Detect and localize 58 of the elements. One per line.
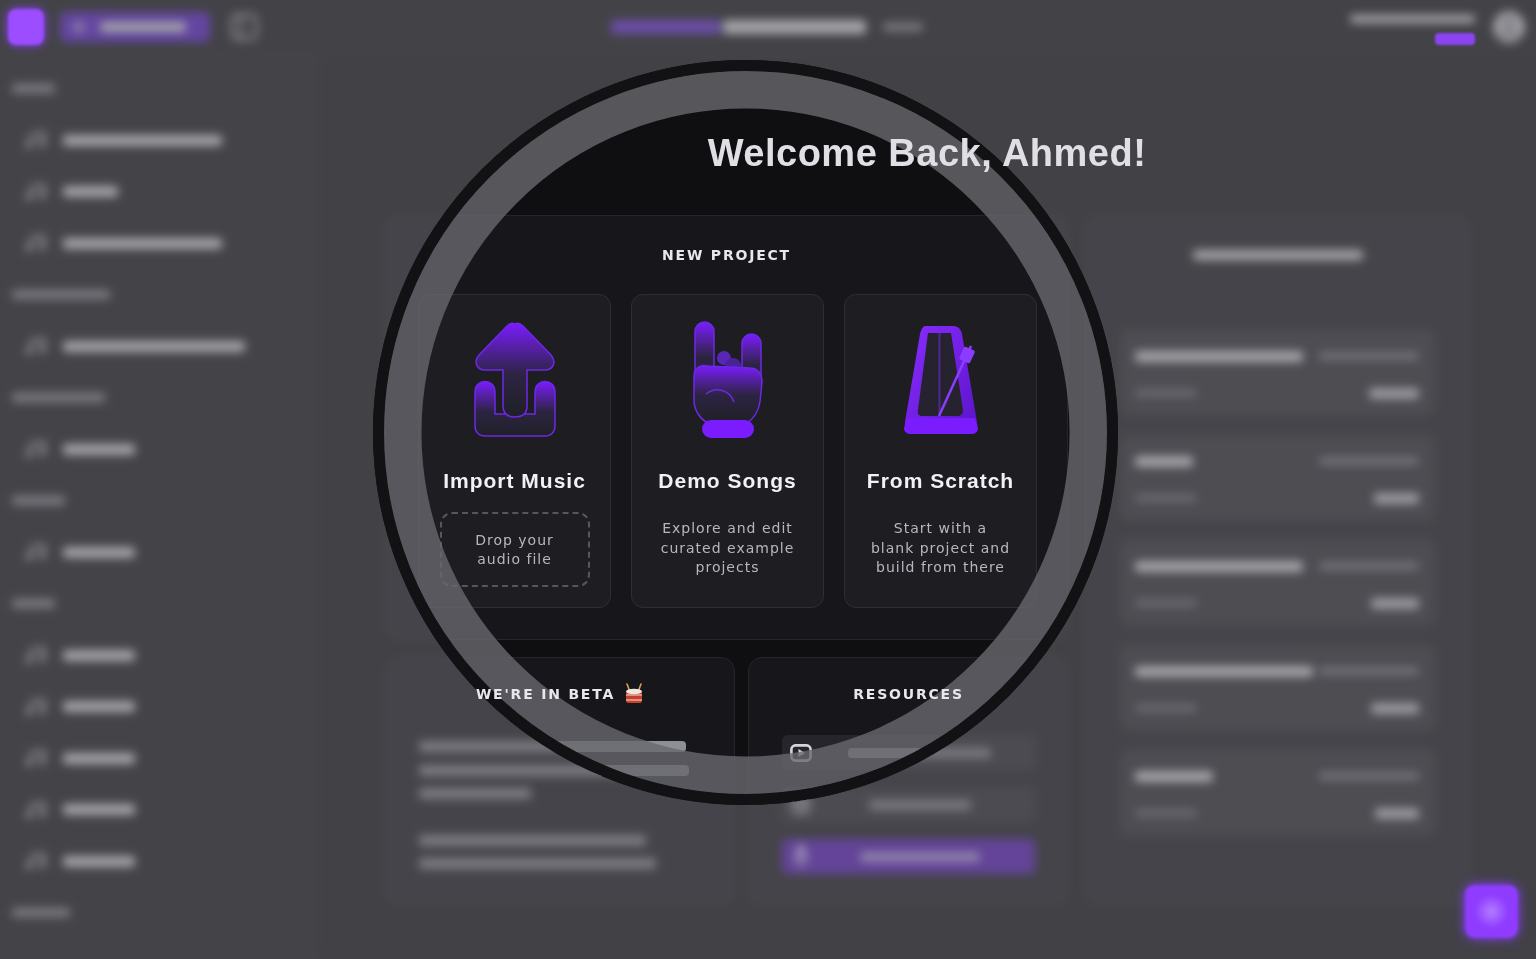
blurred-icon <box>25 698 47 715</box>
blurred-text[interactable] <box>63 237 222 249</box>
blurred-icon <box>25 544 47 561</box>
floating-button[interactable] <box>1465 885 1518 938</box>
blurred-text <box>1371 702 1419 714</box>
blurred-icon <box>25 235 47 252</box>
project-option-card[interactable]: Demo Songs Explore and edit curated example projects <box>631 294 824 608</box>
app-logo-icon[interactable] <box>8 9 44 45</box>
blurred-text[interactable] <box>63 752 135 764</box>
blurred-text[interactable] <box>63 340 245 352</box>
blurred-text <box>12 84 55 94</box>
option-description: Explore and edit curated example projects <box>660 519 795 577</box>
blurred-text <box>12 599 55 609</box>
avatar-icon[interactable] <box>1493 11 1525 43</box>
blurred-text <box>1374 492 1419 504</box>
section-heading: RESOURCES <box>853 685 964 704</box>
blurred-text[interactable] <box>63 186 118 198</box>
blurred-icon <box>25 853 47 870</box>
option-title: Import Music <box>443 468 586 494</box>
option-title: From Scratch <box>866 468 1015 494</box>
rock-hand-icon <box>691 320 764 440</box>
blurred-text[interactable] <box>63 855 135 867</box>
blurred-icon <box>25 132 47 149</box>
drum-icon <box>624 683 645 705</box>
blurred-icon <box>25 183 47 200</box>
blurred-icon <box>25 441 47 458</box>
blurred-text <box>12 496 65 506</box>
blurred-text <box>882 23 923 31</box>
badge <box>1435 33 1475 45</box>
blurred-text <box>1371 597 1419 609</box>
option-description: Start with a blank project and build from there <box>870 519 1011 577</box>
blurred-text <box>12 908 70 918</box>
blurred-text <box>1369 387 1419 399</box>
project-option-card[interactable]: Import Music Drop your audio file <box>418 294 611 608</box>
blurred-text <box>1375 807 1419 819</box>
blurred-text[interactable] <box>63 134 222 146</box>
blurred-icon <box>25 647 47 664</box>
section-heading: WE'RE IN BETA <box>475 685 616 704</box>
blurred-text[interactable] <box>63 701 135 713</box>
blurred-text[interactable] <box>63 443 135 455</box>
project-option-card[interactable]: From Scratch Start with a blank project and build from there <box>844 294 1037 608</box>
welcome-title: Welcome Back, Ahmed! <box>707 131 1147 176</box>
primary-button[interactable] <box>782 839 1035 874</box>
blurred-text[interactable] <box>63 649 135 661</box>
blurred-icon <box>25 801 47 818</box>
blurred-text[interactable] <box>63 546 135 558</box>
primary-button[interactable] <box>60 12 210 42</box>
blurred-icon <box>793 842 809 871</box>
blurred-icon <box>72 20 86 34</box>
blurred-text <box>1135 455 1193 467</box>
blurred-icon[interactable] <box>230 12 258 42</box>
upload-icon <box>472 322 557 438</box>
blurred-text[interactable] <box>63 804 135 816</box>
section-heading: NEW PROJECT <box>662 246 791 264</box>
drop-zone[interactable]: Drop your audio file <box>439 512 590 587</box>
blurred-icon <box>25 338 47 355</box>
blurred-icon <box>25 750 47 767</box>
option-title: Demo Songs <box>658 468 797 494</box>
